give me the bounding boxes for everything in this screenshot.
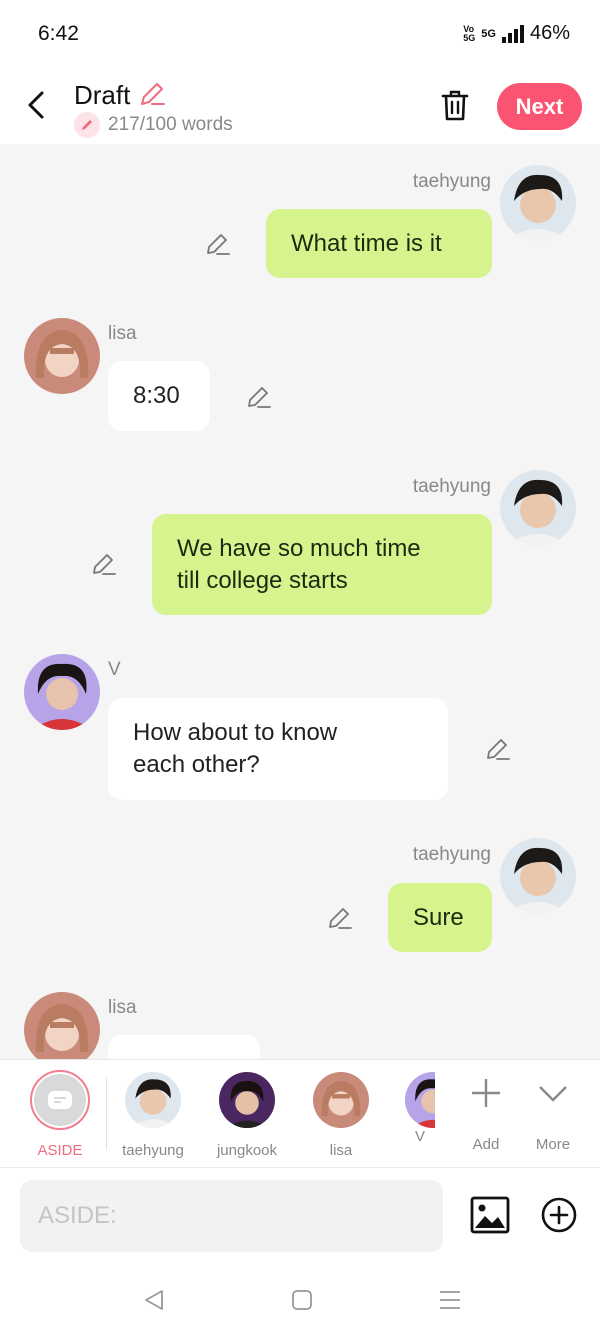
nav-menu-icon[interactable]	[438, 1288, 462, 1312]
character-taehyung[interactable]: taehyung	[120, 1072, 186, 1159]
edit-message-icon[interactable]	[245, 384, 271, 410]
character-aside[interactable]: ASIDE	[30, 1070, 90, 1159]
character-v[interactable]: V	[405, 1072, 435, 1145]
back-arrow-icon[interactable]	[24, 88, 50, 122]
plus-icon	[472, 1079, 500, 1107]
input-bar	[0, 1168, 600, 1260]
network-type: 5G	[481, 27, 496, 40]
signal-icon	[501, 24, 524, 43]
divider	[106, 1078, 107, 1150]
message-input[interactable]	[20, 1180, 443, 1252]
more-characters-button[interactable]: More	[530, 1076, 576, 1153]
page-title: Draft	[74, 80, 131, 110]
character-lisa[interactable]: lisa	[308, 1072, 374, 1159]
system-nav-bar	[0, 1260, 600, 1337]
nav-home-icon[interactable]	[290, 1288, 314, 1312]
add-character-button[interactable]: Add	[466, 1076, 506, 1153]
character-label: jungkook	[216, 1142, 278, 1159]
aside-chat-icon	[48, 1091, 72, 1109]
character-label: V	[414, 1128, 425, 1145]
edit-message-icon[interactable]	[204, 231, 230, 257]
chat-area[interactable]: taehyung What time is it lisa 8:30 taehy…	[0, 144, 600, 1059]
add-circle-icon[interactable]	[540, 1196, 578, 1234]
nav-back-icon[interactable]	[142, 1288, 166, 1312]
message-bubble[interactable]	[108, 1035, 260, 1059]
edit-message-icon[interactable]	[484, 736, 510, 762]
volte-icon: Vo 5G	[463, 23, 476, 43]
add-label: Add	[472, 1136, 500, 1153]
character-selector: ASIDE taehyung jungkook lisa V Add More	[0, 1059, 600, 1168]
trash-icon[interactable]	[440, 88, 470, 122]
sender-name: lisa	[108, 323, 137, 344]
avatar-taehyung[interactable]	[500, 470, 576, 546]
message-bubble[interactable]: How about to know each other?	[108, 698, 448, 800]
chevron-down-icon	[539, 1086, 567, 1102]
edit-message-icon[interactable]	[326, 905, 352, 931]
word-count-text: 217/100 words	[108, 114, 233, 135]
sender-name: taehyung	[412, 844, 491, 865]
pencil-icon	[74, 112, 100, 138]
edit-message-icon[interactable]	[90, 551, 116, 577]
character-label: taehyung	[122, 1142, 184, 1159]
character-label: lisa	[329, 1142, 353, 1159]
status-time: 6:42	[38, 22, 79, 45]
sender-name: taehyung	[412, 476, 491, 497]
character-jungkook[interactable]: jungkook	[214, 1072, 280, 1159]
app-header: Draft 217/100 words Next	[0, 66, 600, 144]
sender-name: V	[108, 659, 121, 680]
sender-name: lisa	[108, 997, 137, 1018]
message-bubble[interactable]: Sure	[388, 883, 492, 952]
message-bubble[interactable]: We have so much time till college starts	[152, 514, 492, 615]
battery-level: 46%	[529, 22, 570, 44]
avatar-taehyung[interactable]	[500, 838, 576, 914]
avatar-taehyung[interactable]	[500, 165, 576, 241]
sender-name: taehyung	[412, 171, 491, 192]
word-counter: 217/100 words	[74, 112, 233, 138]
avatar-v[interactable]	[24, 654, 100, 730]
aside-avatar	[30, 1070, 90, 1130]
avatar-lisa[interactable]	[24, 318, 100, 394]
status-bar: 6:42 Vo 5G 5G 46%	[0, 0, 600, 66]
avatar-lisa[interactable]	[24, 992, 100, 1059]
status-indicators: Vo 5G 5G 46%	[463, 22, 570, 45]
character-label: ASIDE	[37, 1142, 83, 1159]
image-icon[interactable]	[470, 1196, 510, 1234]
next-button[interactable]: Next	[497, 83, 582, 130]
edit-title-icon[interactable]	[138, 80, 166, 108]
message-bubble[interactable]: 8:30	[108, 361, 210, 431]
more-label: More	[535, 1136, 571, 1153]
message-bubble[interactable]: What time is it	[266, 209, 492, 278]
